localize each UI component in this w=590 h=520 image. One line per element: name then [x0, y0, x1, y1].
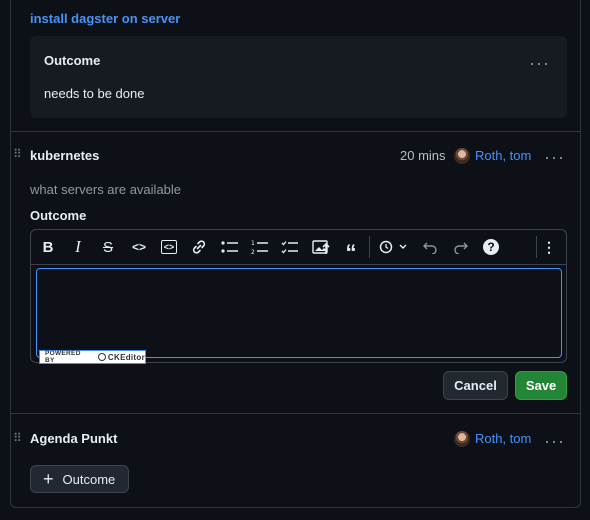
- outcome-text: needs to be done: [44, 86, 145, 101]
- code-icon[interactable]: <>: [129, 238, 149, 256]
- undo-icon[interactable]: [420, 238, 440, 256]
- ckeditor-logo-icon: [97, 353, 106, 361]
- divider: [11, 413, 580, 414]
- history-icon[interactable]: [377, 238, 409, 256]
- rich-text-editor: B I S <> <> 12 “ ? ⋮: [30, 229, 567, 363]
- ckeditor-logo: CKEditor: [97, 352, 145, 362]
- divider: [11, 131, 580, 132]
- outcome-heading: Outcome: [44, 53, 101, 68]
- drag-handle-icon[interactable]: ⠿: [13, 432, 22, 444]
- avatar: [454, 431, 470, 447]
- editor-input[interactable]: [36, 268, 562, 358]
- ckeditor-badge[interactable]: POWERED BY CKEditor: [39, 350, 146, 364]
- toolbar-separator: [369, 236, 370, 258]
- bold-icon[interactable]: B: [38, 238, 58, 256]
- numbered-list-icon[interactable]: 12: [250, 238, 270, 256]
- outcome-label: Outcome: [30, 208, 87, 223]
- plus-icon: +: [43, 469, 54, 489]
- editor-toolbar: B I S <> <> 12 “ ? ⋮: [31, 230, 566, 265]
- svg-text:2: 2: [251, 249, 255, 255]
- outcome-more-button[interactable]: ···: [529, 54, 550, 72]
- add-outcome-button[interactable]: + Outcome: [30, 465, 129, 493]
- blockquote-icon[interactable]: “: [341, 238, 361, 265]
- owner-link[interactable]: Roth, tom: [475, 148, 531, 163]
- duration: 20 mins: [400, 148, 446, 163]
- agenda-item-title: Agenda Punkt: [30, 431, 118, 446]
- code-block-icon[interactable]: <>: [159, 238, 179, 256]
- svg-text:1: 1: [251, 240, 255, 247]
- redo-icon[interactable]: [451, 238, 471, 256]
- cancel-button[interactable]: Cancel: [443, 371, 508, 400]
- item-more-button[interactable]: ···: [544, 432, 565, 450]
- toolbar-separator: [536, 236, 537, 258]
- link-icon[interactable]: [189, 238, 209, 256]
- strikethrough-icon[interactable]: S: [98, 238, 118, 256]
- image-icon[interactable]: [311, 238, 331, 256]
- agenda-item-title-link[interactable]: install dagster on server: [30, 11, 180, 26]
- ckeditor-brand: CKEditor: [107, 352, 145, 362]
- outcome-card: Outcome ··· needs to be done: [30, 36, 567, 118]
- italic-icon[interactable]: I: [68, 237, 88, 256]
- bulleted-list-icon[interactable]: [220, 238, 240, 256]
- todo-list-icon[interactable]: [280, 238, 300, 256]
- item-description: what servers are available: [30, 182, 182, 197]
- drag-handle-icon[interactable]: ⠿: [13, 148, 22, 160]
- agenda-item-title: kubernetes: [30, 148, 100, 163]
- powered-by-label: POWERED BY: [45, 350, 81, 364]
- more-icon[interactable]: ⋮: [539, 238, 559, 256]
- help-icon[interactable]: ?: [481, 238, 501, 256]
- avatar: [454, 148, 470, 164]
- add-outcome-label: Outcome: [62, 471, 116, 487]
- item-more-button[interactable]: ···: [544, 148, 565, 166]
- owner-link[interactable]: Roth, tom: [475, 431, 531, 446]
- save-button[interactable]: Save: [515, 371, 567, 400]
